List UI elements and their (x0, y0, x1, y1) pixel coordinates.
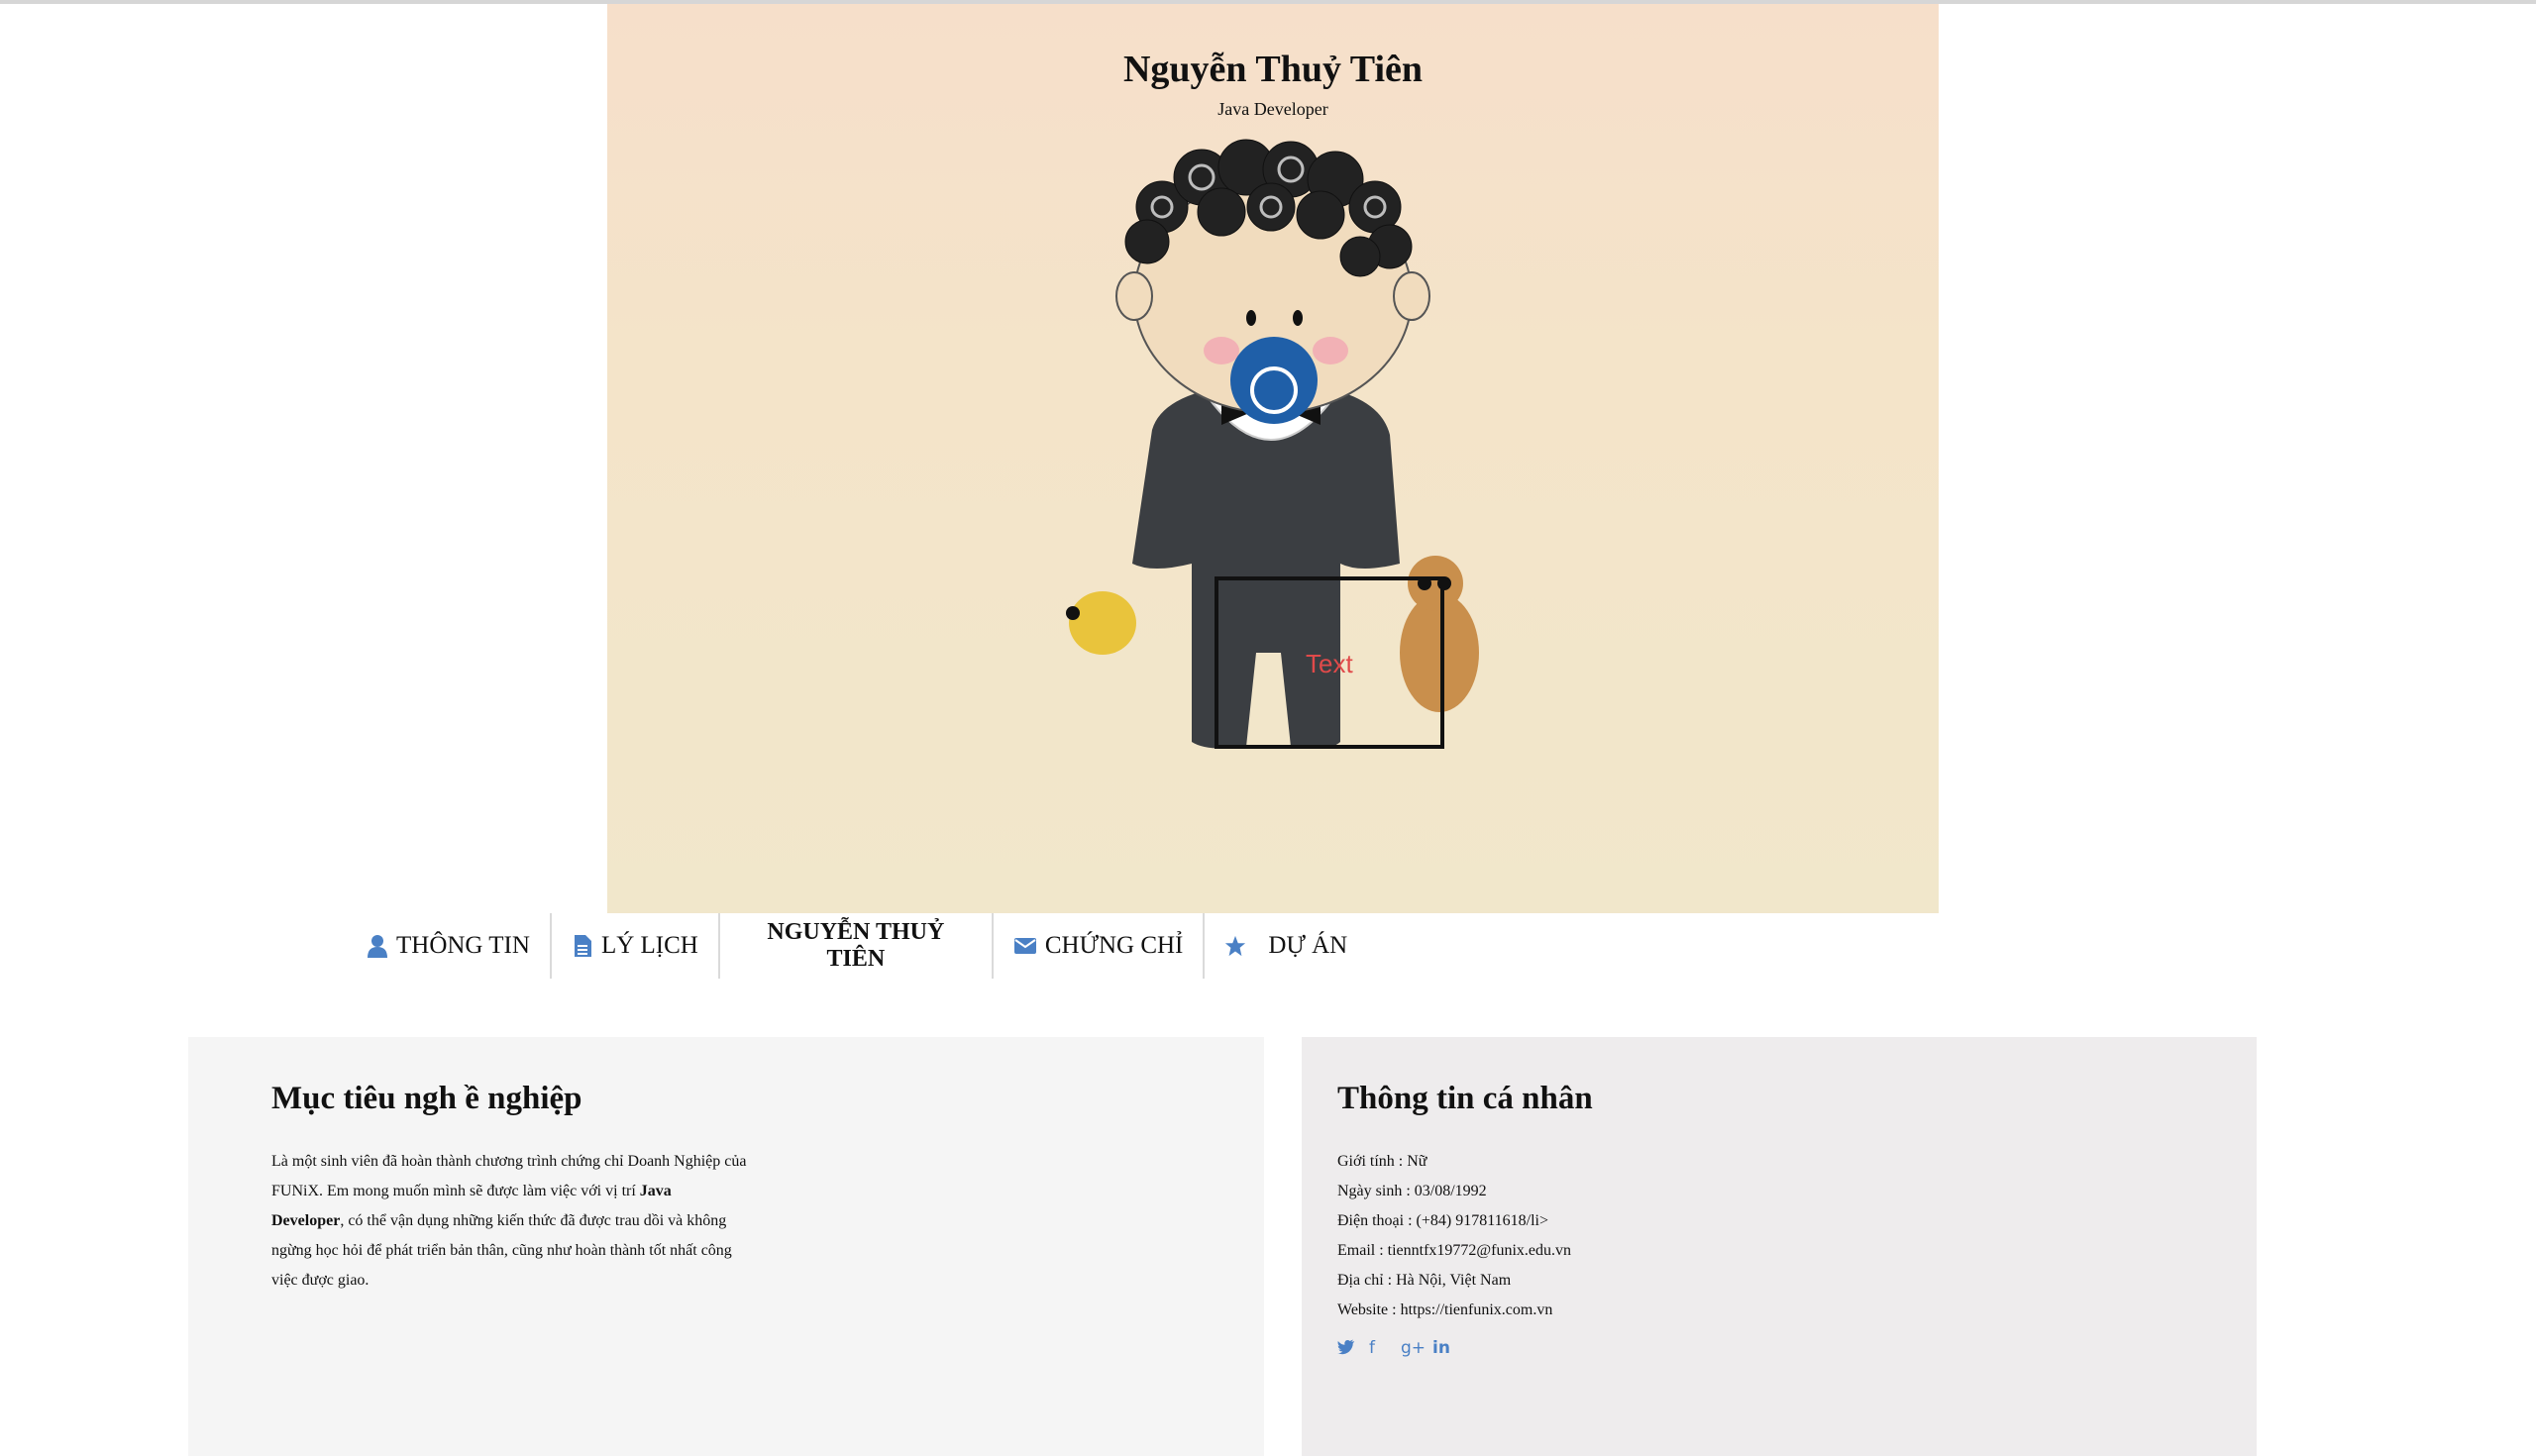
personal-info-panel: Thông tin cá nhân Giới tính : Nữ Ngày si… (1302, 1037, 2257, 1456)
info-website: Website : https://tienfunix.com.vn (1337, 1301, 1553, 1318)
google-plus-icon[interactable]: g+ (1401, 1339, 1426, 1357)
social-links: f g+ in (1337, 1339, 2221, 1357)
info-birthday: Ngày sinh : 03/08/1992 (1337, 1183, 1487, 1199)
user-icon (368, 935, 387, 958)
info-address: Địa chỉ : Hà Nội, Việt Nam (1337, 1272, 1512, 1289)
image-text: Text (1306, 649, 1353, 678)
avatar-illustration: Text (1066, 139, 1479, 749)
nav-item-label: DỰ ÁN (1268, 932, 1348, 959)
twitter-icon[interactable] (1337, 1339, 1355, 1357)
info-phone: Điện thoại : (+84) 917811618/li> (1337, 1212, 1548, 1229)
nav-item-ly-lich[interactable]: LÝ LỊCH (552, 913, 720, 979)
nav-item-label: THÔNG TIN (396, 932, 530, 959)
nav-brand-label: NGUYỄN THUỶ TIÊN (767, 919, 945, 972)
nav-item-chung-chi[interactable]: CHỨNG CHỈ (994, 913, 1206, 979)
info-email: Email : tienntfx19772@funix.edu.vn (1337, 1242, 1572, 1259)
star-icon (1225, 935, 1246, 957)
info-gender: Giới tính : Nữ (1337, 1153, 1427, 1170)
linkedin-icon[interactable]: in (1432, 1339, 1450, 1357)
objective-text: Là một sinh viên đã hoàn thành chương tr… (271, 1153, 747, 1289)
main-nav: THÔNG TIN LÝ LỊCH NGUYỄN THUỶ TIÊN CHỨNG… (347, 913, 1367, 979)
envelope-icon (1013, 938, 1036, 954)
nav-item-du-an[interactable]: DỰ ÁN (1205, 913, 1367, 979)
nav-item-label: CHỨNG CHỈ (1044, 932, 1184, 959)
hero-banner: Nguyễn Thuỷ Tiên Java Developer Text (607, 4, 1939, 913)
objective-title: Mục tiêu ngh ề nghiệp (271, 1081, 582, 1116)
career-objective-panel: Mục tiêu ngh ề nghiệp Là một sinh viên đ… (188, 1037, 1264, 1456)
hero-name: Nguyễn Thuỷ Tiên (1122, 49, 1424, 90)
nav-item-label: LÝ LỊCH (600, 932, 698, 959)
document-icon (574, 935, 591, 957)
nav-item-thong-tin[interactable]: THÔNG TIN (347, 913, 552, 979)
facebook-icon[interactable]: f (1369, 1339, 1387, 1357)
nav-brand[interactable]: NGUYỄN THUỶ TIÊN (720, 913, 994, 979)
personal-title: Thông tin cá nhân (1337, 1081, 1593, 1116)
